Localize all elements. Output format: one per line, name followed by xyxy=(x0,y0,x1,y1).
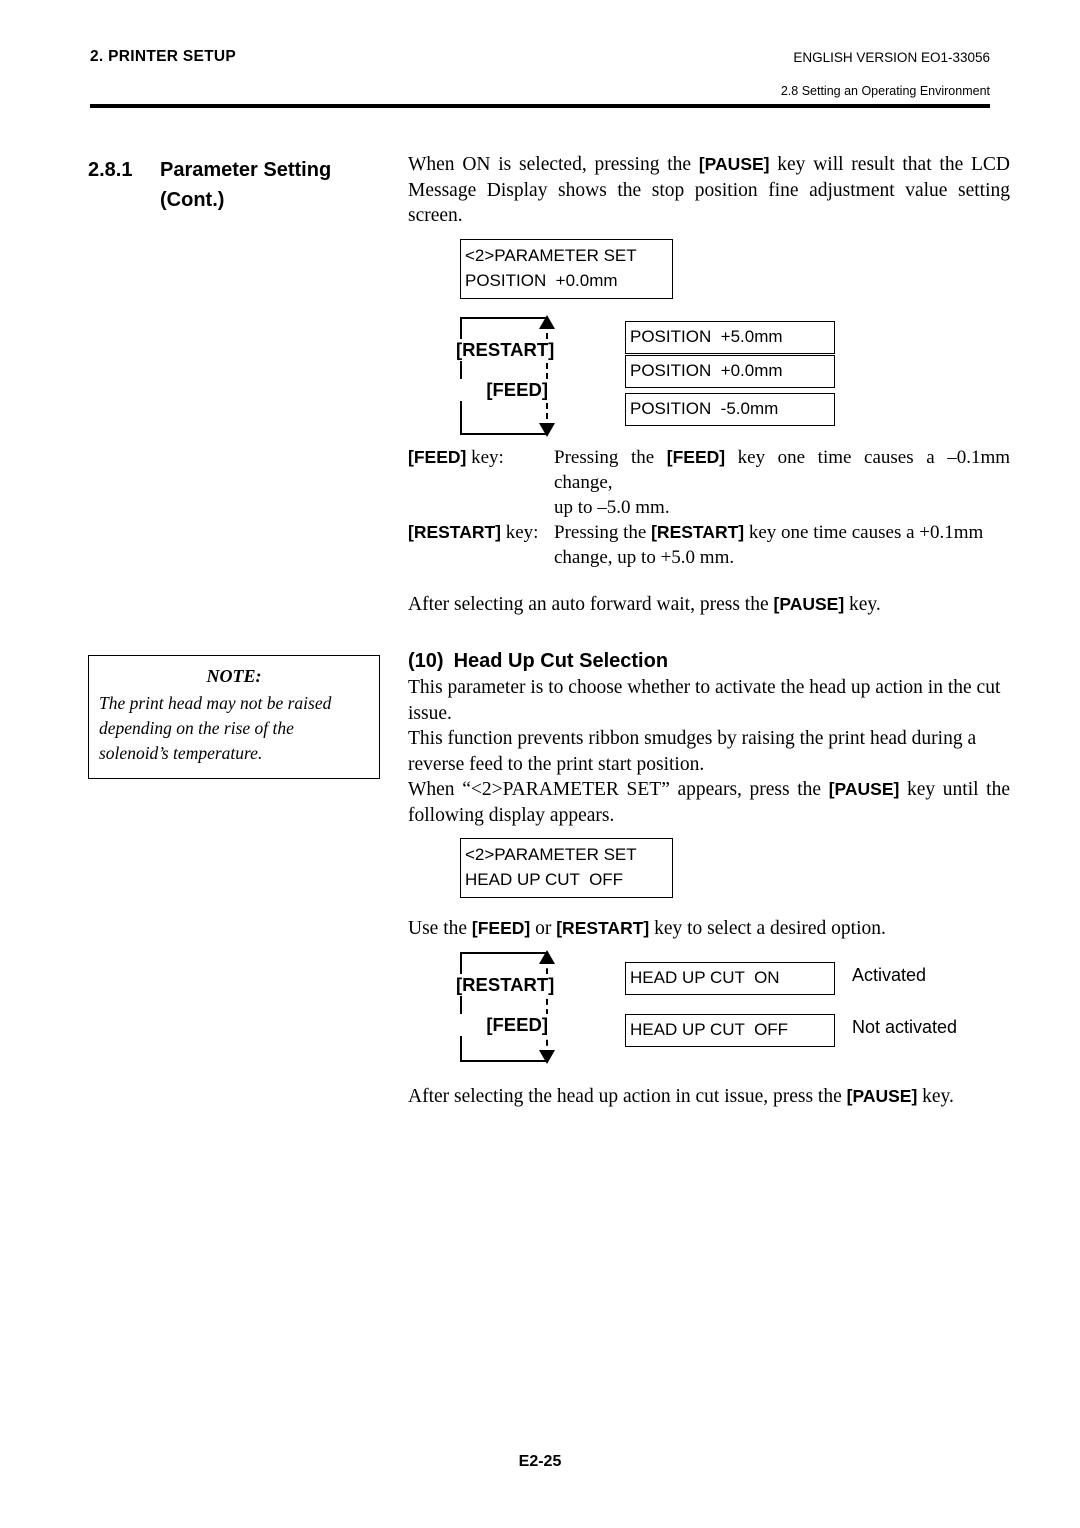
pause-key-token-4: [PAUSE] xyxy=(846,1085,918,1106)
loop-dashed-connector-headup xyxy=(546,957,548,1056)
header-section-label: 2.8 Setting an Operating Environment xyxy=(780,84,990,98)
arrow-down-icon-headup xyxy=(539,1049,555,1064)
feed-key-label-headup: [FEED] xyxy=(454,1013,550,1036)
key-description-cont-restart: change, up to +5.0 mm. xyxy=(554,546,735,568)
feed-key-token-2: [FEED] xyxy=(471,918,531,938)
note-title: NOTE: xyxy=(206,666,262,686)
section-title-line-2: (Cont.) xyxy=(160,189,225,211)
use-keys-pre: Use the xyxy=(408,918,472,939)
subsection-title: Head Up Cut Selection xyxy=(453,650,669,672)
after-auto-forward-post: key. xyxy=(844,593,881,615)
feed-key-token: [FEED] xyxy=(408,446,467,467)
headup-selection-diagram: [RESTART] [FEED] HEAD UP CUT ON HEAD UP … xyxy=(454,949,1010,1064)
after-auto-forward-pre: After selecting an auto forward wait, pr… xyxy=(408,593,774,615)
restart-desc-pre: Pressing the xyxy=(554,521,652,543)
pause-key-token-2: [PAUSE] xyxy=(773,593,845,614)
note-line-2: depending on the rise of the xyxy=(99,718,294,738)
intro-paragraph-pre: When ON is selected, pressing the xyxy=(408,154,699,175)
restart-key-suffix: key: xyxy=(501,521,539,543)
restart-key-label-headup: [RESTART] xyxy=(454,973,555,996)
key-description-text-feed: Pressing the [FEED] key one time causes … xyxy=(554,445,1010,495)
key-description-text-restart: Pressing the [RESTART] key one time caus… xyxy=(554,520,1010,545)
use-keys-line: Use the [FEED] or [RESTART] key to selec… xyxy=(408,916,1010,942)
lcd-option-headup-on: HEAD UP CUT ON xyxy=(625,961,835,995)
right-column: When ON is selected, pressing the [PAUSE… xyxy=(408,152,1010,1109)
arrow-down-icon xyxy=(539,422,555,437)
restart-key-token-inline: [RESTART] xyxy=(651,521,745,542)
closing-pre: After selecting the head up action in cu… xyxy=(408,1085,847,1107)
closing-line: After selecting the head up action in cu… xyxy=(408,1084,1010,1110)
lcd-headup-line-2: HEAD UP CUT OFF xyxy=(465,870,624,889)
key-description-label-restart: [RESTART] key: xyxy=(408,520,554,545)
header-version-label: ENGLISH VERSION EO1-33056 xyxy=(793,50,990,65)
left-column: 2.8.1 Parameter Setting (Cont.) xyxy=(88,155,388,215)
restart-key-token-2: [RESTART] xyxy=(556,918,650,938)
lcd-display-parameter-position: <2>PARAMETER SET POSITION +0.0mm xyxy=(460,238,673,299)
feed-desc-pre: Pressing the xyxy=(554,446,667,468)
feed-key-suffix: key: xyxy=(466,446,504,468)
restart-key-token: [RESTART] xyxy=(408,521,501,542)
header-chapter-title: 2. PRINTER SETUP xyxy=(90,48,237,65)
section-title: Parameter Setting (Cont.) xyxy=(160,155,388,215)
head-up-p3-pre: When “<2>PARAMETER SET” appears, press t… xyxy=(408,779,829,800)
lcd-display-parameter-headup: <2>PARAMETER SET HEAD UP CUT OFF xyxy=(460,838,673,898)
header-divider-rule xyxy=(90,104,990,108)
restart-key-label: [RESTART] xyxy=(454,338,555,361)
lcd-line-1: <2>PARAMETER SET xyxy=(465,245,637,265)
pause-key-token: [PAUSE] xyxy=(698,154,770,174)
after-auto-forward-paragraph: After selecting an auto forward wait, pr… xyxy=(408,592,1010,618)
head-up-paragraph-1: This parameter is to choose whether to a… xyxy=(408,677,1001,724)
feed-key-token-inline: [FEED] xyxy=(666,446,726,467)
feed-key-label: [FEED] xyxy=(454,378,550,401)
head-up-paragraph-2: This function prevents ribbon smudges by… xyxy=(408,728,977,775)
key-description-label-feed: [FEED] key: xyxy=(408,445,554,470)
use-keys-mid: or xyxy=(530,918,557,939)
lcd-line-2: POSITION +0.0mm xyxy=(465,270,618,290)
subsection-heading: (10) Head Up Cut Selection xyxy=(408,647,1010,675)
loop-bracket-headup xyxy=(460,951,548,1062)
note-box: NOTE: The print head may not be raised d… xyxy=(88,655,380,779)
loop-bracket xyxy=(460,316,548,435)
closing-post: key. xyxy=(917,1085,954,1107)
note-line-1: The print head may not be raised xyxy=(99,693,332,713)
lcd-option-position-minus5: POSITION -5.0mm xyxy=(625,392,835,426)
arrow-up-icon-headup xyxy=(539,949,555,964)
page-header: 2. PRINTER SETUP ENGLISH VERSION EO1-330… xyxy=(90,48,990,110)
section-number: 2.8.1 xyxy=(88,159,133,181)
lcd-option-position-plus5: POSITION +5.0mm xyxy=(625,320,835,354)
section-title-line-1: Parameter Setting xyxy=(160,159,332,181)
lcd-option-position-zero: POSITION +0.0mm xyxy=(625,354,835,388)
pause-key-token-3: [PAUSE] xyxy=(828,779,900,799)
page-footer: E2-25 xyxy=(0,1453,1080,1471)
page-number: E2-25 xyxy=(518,1453,562,1470)
lcd-option-headup-off-note: Not activated xyxy=(852,1016,958,1037)
head-up-paragraph-3: When “<2>PARAMETER SET” appears, press t… xyxy=(408,777,1010,828)
key-description-row-restart: [RESTART] key: Pressing the [RESTART] ke… xyxy=(408,520,1010,545)
use-keys-post: key to select a desired option. xyxy=(649,918,886,939)
key-description-cont-feed: up to –5.0 mm. xyxy=(554,496,670,518)
subsection-number: (10) xyxy=(408,650,444,672)
arrow-up-icon xyxy=(539,314,555,329)
lcd-headup-line-1: <2>PARAMETER SET xyxy=(465,845,637,864)
intro-paragraph: When ON is selected, pressing the [PAUSE… xyxy=(408,152,1010,229)
lcd-option-headup-on-note: Activated xyxy=(852,964,927,985)
restart-desc-post: key one time causes a +0.1mm xyxy=(744,521,984,543)
key-description-row-feed: [FEED] key: Pressing the [FEED] key one … xyxy=(408,445,1010,495)
lcd-option-headup-off: HEAD UP CUT OFF xyxy=(625,1013,835,1047)
key-description-table: [FEED] key: Pressing the [FEED] key one … xyxy=(408,445,1010,570)
position-selection-diagram: [RESTART] [FEED] POSITION +5.0mm POSITIO… xyxy=(454,314,1010,437)
section-heading: 2.8.1 Parameter Setting (Cont.) xyxy=(88,155,388,215)
note-line-3: solenoid’s temperature. xyxy=(99,743,263,763)
